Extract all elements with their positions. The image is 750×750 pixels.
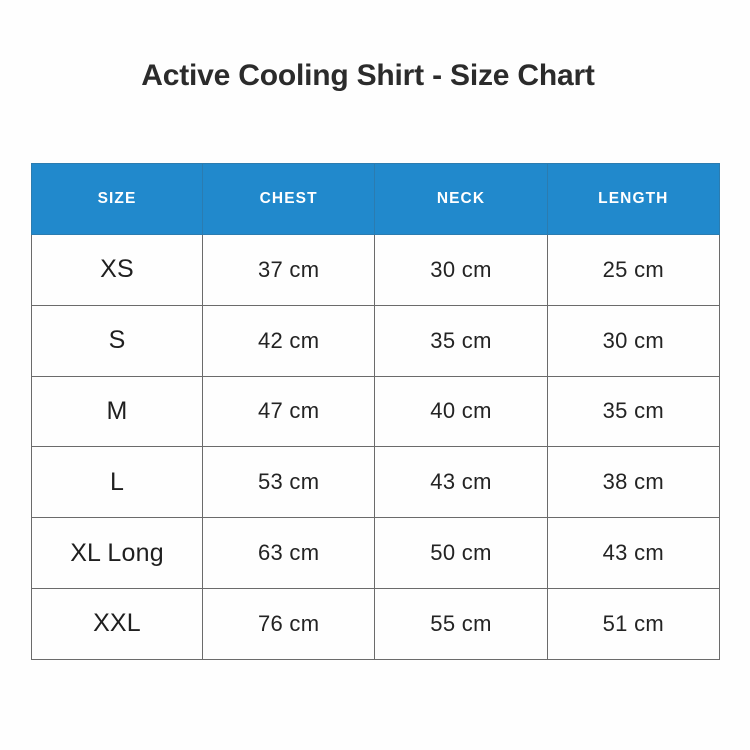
size-chart-table-container: SIZE CHEST NECK LENGTH XS 37 cm 30 cm 25…: [31, 163, 720, 660]
table-row: XXL 76 cm 55 cm 51 cm: [31, 587, 720, 660]
cell-size: XS: [31, 234, 203, 306]
cell-neck: 50 cm: [374, 517, 548, 589]
column-header-length: LENGTH: [546, 163, 720, 235]
cell-neck: 43 cm: [374, 446, 548, 519]
table-body: XS 37 cm 30 cm 25 cm S 42 cm 35 cm 30 cm…: [31, 234, 720, 660]
column-header-neck: NECK: [374, 163, 548, 235]
table-row: M 47 cm 40 cm 35 cm: [31, 375, 720, 448]
cell-chest: 53 cm: [201, 446, 376, 519]
size-chart-page: Active Cooling Shirt - Size Chart SIZE C…: [0, 0, 750, 750]
cell-length: 25 cm: [546, 234, 720, 306]
cell-chest: 47 cm: [201, 375, 376, 448]
cell-length: 30 cm: [546, 304, 720, 377]
table-row: L 53 cm 43 cm 38 cm: [31, 446, 720, 519]
column-header-chest: CHEST: [201, 163, 376, 235]
table-header-row: SIZE CHEST NECK LENGTH: [31, 163, 720, 235]
column-header-size: SIZE: [31, 163, 203, 235]
cell-chest: 63 cm: [201, 517, 376, 589]
cell-size: M: [31, 375, 203, 448]
table-row: XS 37 cm 30 cm 25 cm: [31, 234, 720, 306]
cell-length: 38 cm: [546, 446, 720, 519]
cell-length: 35 cm: [546, 375, 720, 448]
table-row: XL Long 63 cm 50 cm 43 cm: [31, 517, 720, 589]
cell-chest: 76 cm: [201, 587, 376, 660]
cell-neck: 30 cm: [374, 234, 548, 306]
cell-size: XL Long: [31, 517, 203, 589]
cell-length: 51 cm: [546, 587, 720, 660]
cell-chest: 37 cm: [201, 234, 376, 306]
cell-size: S: [31, 304, 203, 377]
cell-neck: 55 cm: [374, 587, 548, 660]
cell-neck: 35 cm: [374, 304, 548, 377]
cell-length: 43 cm: [546, 517, 720, 589]
page-title: Active Cooling Shirt - Size Chart: [141, 59, 595, 92]
cell-neck: 40 cm: [374, 375, 548, 448]
cell-size: L: [31, 446, 203, 519]
cell-size: XXL: [31, 587, 203, 660]
table-row: S 42 cm 35 cm 30 cm: [31, 304, 720, 377]
size-chart-table: SIZE CHEST NECK LENGTH XS 37 cm 30 cm 25…: [31, 163, 720, 660]
cell-chest: 42 cm: [201, 304, 376, 377]
table-header: SIZE CHEST NECK LENGTH: [31, 163, 720, 235]
